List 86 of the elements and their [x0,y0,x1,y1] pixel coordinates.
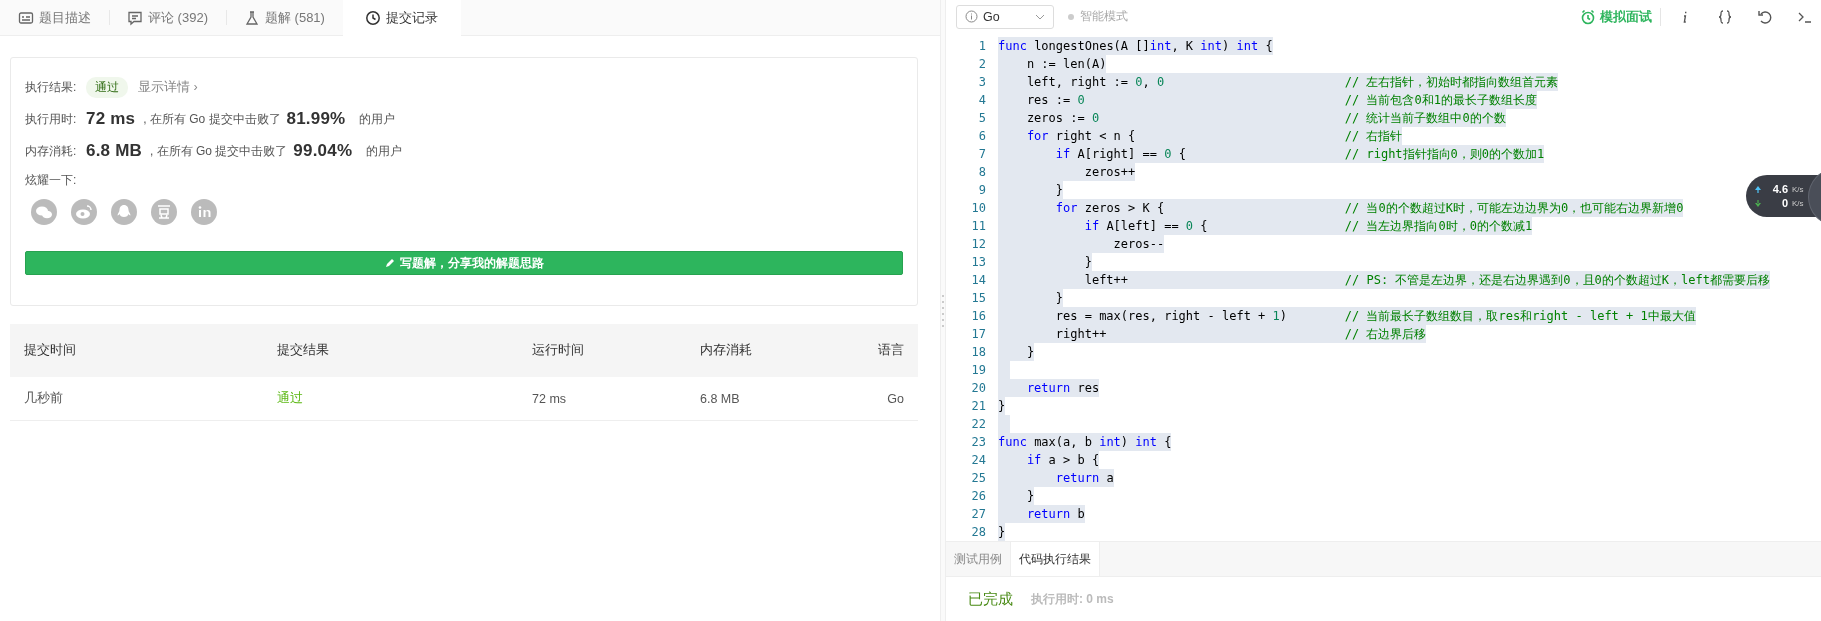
braces-icon [1716,7,1734,26]
result-label: 执行结果: [25,78,78,96]
line-number: 4 [977,93,986,107]
clock-icon [365,10,382,26]
table-cell-text: 几秒前 [24,390,64,407]
stat-percent: 99.04% [293,141,353,161]
column-header: 运行时间 [531,342,585,359]
line-number: 24 [970,453,986,467]
speech-bubble-icon [127,9,143,26]
line-number: 6 [977,129,986,143]
info-icon [1682,10,1688,23]
tab[interactable]: 测试用例 [946,542,1010,576]
line-number: 27 [970,507,986,521]
line-number: 28 [970,525,986,539]
card-icon [18,9,34,26]
share-label: 炫耀一下: [25,171,78,189]
share-button[interactable] [111,199,137,225]
info-icon [965,10,978,23]
column-header: 提交时间 [24,342,77,359]
mock-interview-button[interactable]: 模拟面试 [1580,7,1661,26]
flask-icon [243,9,260,26]
line-number: 20 [970,381,986,395]
chevron-down-icon [1035,13,1045,20]
tab[interactable]: 提交记录 [342,0,461,36]
line-number: 12 [970,237,986,251]
tab[interactable]: 题目描述 [0,0,109,35]
stat-text: , 在所有 Go 提交中击败了 [150,142,288,160]
line-number: 26 [970,489,986,503]
alarm-clock-icon [1580,8,1596,25]
column-header: 语言 [877,342,904,359]
line-number: 15 [970,291,986,305]
line-number: 7 [977,147,986,161]
status-badge: 通过 [86,76,128,98]
line-number: 3 [977,75,986,89]
line-number: 18 [970,345,986,359]
smart-mode-toggle[interactable]: 智能模式 [1080,8,1128,25]
share-button[interactable] [71,199,97,225]
line-number: 22 [970,417,986,431]
line-number: 9 [977,183,986,197]
tab[interactable]: 代码执行结果 [1010,542,1100,576]
line-number: 10 [970,201,986,215]
column-header: 内存消耗 [700,342,753,359]
table-cell-text: 72 ms [531,391,568,406]
download-speed: 0 [1780,197,1788,209]
down-arrow-icon [1754,198,1762,208]
share-button[interactable] [151,199,177,225]
write-solution-button[interactable]: 写题解，分享我的解题思路 [25,251,903,275]
column-header: 提交结果 [276,342,330,359]
stat-text: , 在所有 Go 提交中击败了 [143,110,281,128]
stat-label: 执行用时: [25,110,78,128]
line-number: 13 [970,255,986,269]
line-number: 21 [970,399,986,413]
stat-value: 72 ms [86,109,136,129]
language-dropdown[interactable]: Go [956,4,1054,29]
line-number: 5 [977,111,986,125]
line-number: 23 [970,435,986,449]
details-link[interactable]: 显示详情 › [138,78,198,96]
upload-speed: 4.6 [1771,183,1788,195]
run-time: 执行用时: 0 ms [1031,590,1114,608]
run-status: 已完成 [968,589,1013,609]
up-arrow-icon [1754,184,1762,194]
line-number: 8 [977,165,986,179]
tab[interactable]: 评论 (392) [109,0,226,35]
speed-unit: K/s [1792,198,1804,208]
line-number: 14 [970,273,986,287]
line-number: 1 [977,39,986,53]
line-number: 25 [970,471,986,485]
line-number: 17 [970,327,986,341]
line-number: 11 [970,219,986,233]
splitter-handle-icon[interactable] [941,293,945,328]
pencil-icon [384,257,396,269]
result-link[interactable]: 通过 [275,390,528,407]
table-cell-text: Go [886,391,904,406]
stat-suffix: 的用户 [366,142,403,160]
stat-suffix: 的用户 [359,110,396,128]
share-button[interactable] [191,199,217,225]
share-button[interactable] [31,199,57,225]
tab[interactable]: 题解 (581) [225,0,343,35]
line-number: 16 [970,309,986,323]
line-number: 19 [970,363,986,377]
stat-label: 内存消耗: [25,142,78,160]
line-number: 2 [977,57,986,71]
table-cell-text: 6.8 MB [700,391,741,406]
stat-value: 6.8 MB [86,141,142,161]
stat-percent: 81.99% [286,109,346,129]
speed-unit: K/s [1792,184,1804,194]
